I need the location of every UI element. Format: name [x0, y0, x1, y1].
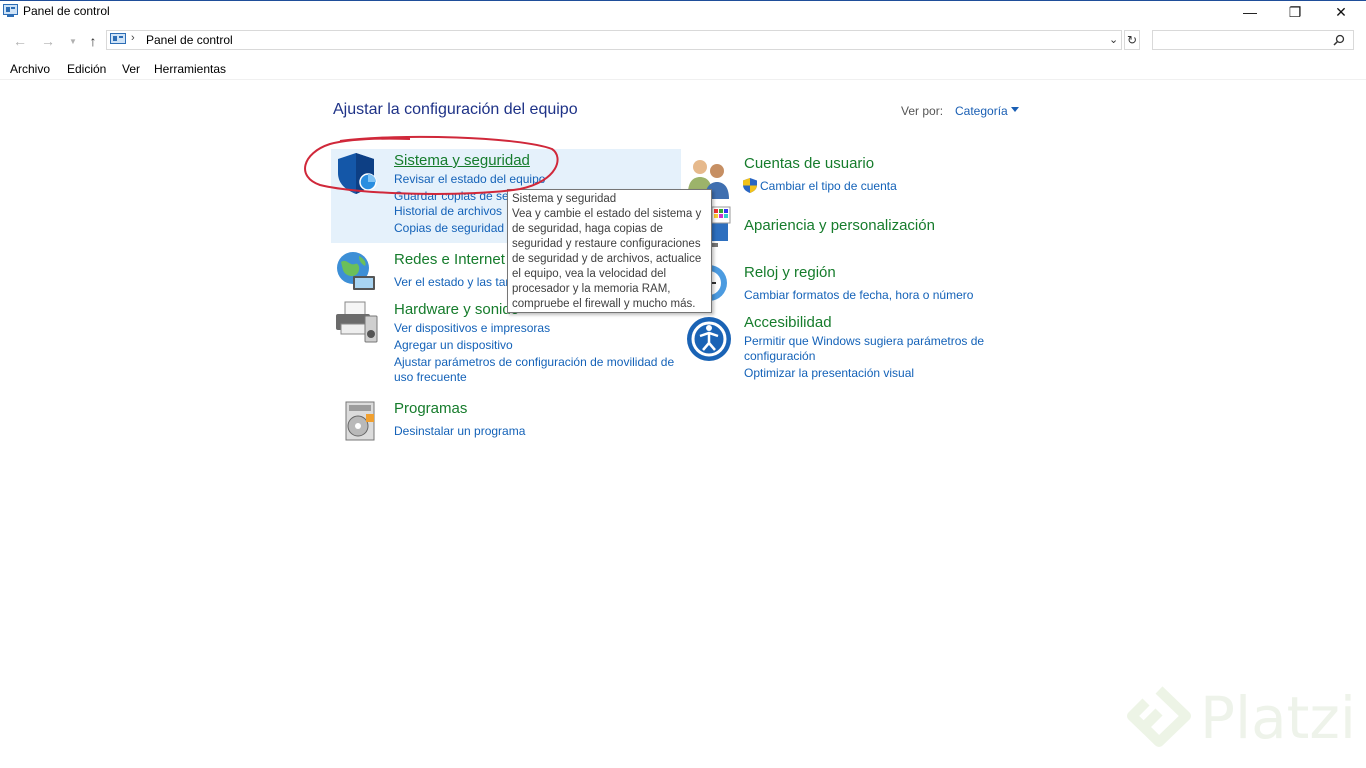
link-optimizar-presentacion[interactable]: Optimizar la presentación visual: [744, 366, 914, 380]
view-by-label: Ver por:: [901, 104, 944, 118]
recent-locations-chevron-icon[interactable]: ▼: [64, 32, 82, 50]
link-ver-estado-tareas[interactable]: Ver el estado y las tar: [394, 275, 509, 289]
search-input[interactable]: [1152, 30, 1354, 50]
refresh-icon[interactable]: ↻: [1124, 30, 1140, 50]
accessibility-icon[interactable]: [686, 316, 732, 362]
tooltip-line: seguridad y restaure configuraciones: [512, 238, 701, 250]
watermark-text: Platzi: [1200, 684, 1356, 752]
tooltip-line: Vea y cambie el estado del sistema y: [512, 208, 702, 220]
tooltip-line: compruebe el firewall y mucho más.: [512, 298, 696, 310]
menu-archivo[interactable]: Archivo: [10, 62, 50, 76]
program-disc-icon[interactable]: [338, 398, 384, 444]
link-historial-archivos[interactable]: Historial de archivos: [394, 204, 502, 218]
link-cambiar-formatos[interactable]: Cambiar formatos de fecha, hora o número: [744, 288, 973, 302]
link-copias-seguridad[interactable]: Copias de seguridad y: [394, 221, 513, 235]
menu-edicion[interactable]: Edición: [67, 62, 106, 76]
minimize-button[interactable]: —: [1227, 0, 1273, 24]
tooltip-line: de seguridad, haga copias de: [512, 223, 663, 235]
category-title-apariencia[interactable]: Apariencia y personalización: [744, 217, 935, 234]
tooltip-line: de seguridad y de archivos, actualice: [512, 253, 702, 265]
link-ver-dispositivos[interactable]: Ver dispositivos e impresoras: [394, 321, 550, 335]
tooltip: Sistema y seguridad Vea y cambie el esta…: [507, 189, 712, 313]
globe-network-icon[interactable]: [333, 248, 379, 294]
link-ajustar-movilidad-cont[interactable]: uso frecuente: [394, 370, 467, 384]
back-arrow-icon[interactable]: ←: [11, 32, 29, 50]
forward-arrow-icon[interactable]: →: [39, 32, 57, 50]
link-ajustar-movilidad[interactable]: Ajustar parámetros de configuración de m…: [394, 355, 674, 369]
category-title-accesibilidad[interactable]: Accesibilidad: [744, 314, 832, 331]
window-title: Panel de control: [23, 4, 110, 18]
platzi-logo-icon: [1127, 686, 1191, 747]
restore-button[interactable]: ❐: [1272, 0, 1318, 24]
close-button[interactable]: ✕: [1318, 0, 1364, 24]
category-title-redes[interactable]: Redes e Internet: [394, 251, 505, 268]
category-title-hardware[interactable]: Hardware y sonido: [394, 301, 519, 318]
control-panel-icon: [110, 33, 126, 44]
up-arrow-icon[interactable]: ↑: [84, 32, 102, 50]
menu-ver[interactable]: Ver: [122, 62, 140, 76]
breadcrumb[interactable]: Panel de control: [146, 33, 233, 47]
tooltip-line: procesador y la memoria RAM,: [512, 283, 671, 295]
link-agregar-dispositivo[interactable]: Agregar un dispositivo: [394, 338, 513, 352]
category-title-programas[interactable]: Programas: [394, 400, 467, 417]
category-title-reloj[interactable]: Reloj y región: [744, 264, 836, 281]
breadcrumb-separator-icon: ›: [131, 32, 135, 44]
title-bar: [0, 0, 1366, 26]
menu-herramientas[interactable]: Herramientas: [154, 62, 226, 76]
tooltip-line: el equipo, vea la velocidad del: [512, 268, 667, 280]
link-cambiar-tipo-cuenta[interactable]: Cambiar el tipo de cuenta: [760, 179, 897, 193]
uac-shield-icon: [743, 178, 757, 193]
annotation-circle: [304, 135, 559, 195]
control-panel-icon: [3, 4, 18, 17]
page-title: Ajustar la configuración del equipo: [333, 101, 578, 118]
link-desinstalar-programa[interactable]: Desinstalar un programa: [394, 424, 525, 438]
category-title-cuentas[interactable]: Cuentas de usuario: [744, 155, 874, 172]
search-icon[interactable]: [1333, 34, 1345, 46]
link-permitir-sugerencias[interactable]: Permitir que Windows sugiera parámetros …: [744, 334, 984, 348]
printer-icon[interactable]: [333, 298, 379, 344]
address-field[interactable]: [106, 30, 1122, 50]
dropdown-caret-icon[interactable]: [1011, 107, 1019, 112]
address-dropdown-chevron-icon[interactable]: ⌄: [1109, 33, 1118, 46]
link-permitir-sugerencias-cont[interactable]: configuración: [744, 349, 815, 363]
view-by-dropdown[interactable]: Categoría: [955, 104, 1008, 118]
